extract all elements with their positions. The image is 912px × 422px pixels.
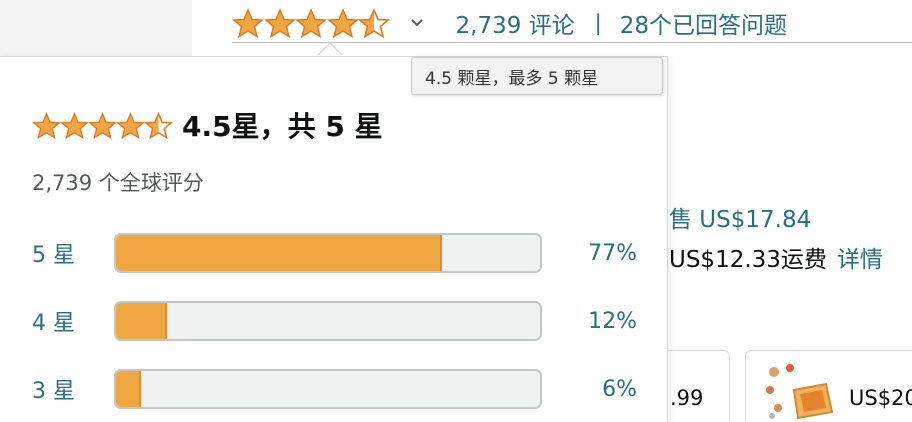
star-rating-trigger[interactable] bbox=[232, 8, 390, 38]
histogram-bar-fill bbox=[116, 235, 443, 271]
star-full-icon bbox=[295, 8, 327, 38]
card-price: US$20 bbox=[849, 386, 912, 410]
product-thumbnail bbox=[766, 364, 834, 420]
price-text: 售 US$17.84 bbox=[669, 207, 812, 233]
histogram-row[interactable]: 3 星 6% bbox=[32, 369, 637, 409]
star-full-icon bbox=[88, 111, 117, 139]
rating-summary-row: 2,739 评论 | 28个已回答问题 bbox=[232, 6, 787, 40]
histogram-star-label[interactable]: 4 星 bbox=[32, 305, 114, 337]
star-half-icon bbox=[358, 8, 390, 38]
star-full-icon bbox=[32, 111, 61, 139]
star-rating bbox=[32, 111, 173, 139]
shipping-line: US$12.33运费 详情 bbox=[669, 240, 883, 274]
separator: | bbox=[594, 11, 602, 35]
histogram-bar[interactable] bbox=[114, 233, 542, 273]
star-full-icon bbox=[116, 111, 145, 139]
popover-caret-inner bbox=[318, 44, 342, 56]
star-full-icon bbox=[263, 8, 296, 38]
star-full-icon bbox=[232, 8, 264, 38]
star-full-icon bbox=[326, 8, 359, 38]
histogram-bar-fill bbox=[116, 303, 167, 339]
histogram-percent[interactable]: 77% bbox=[542, 241, 637, 266]
histogram-row[interactable]: 4 星 12% bbox=[32, 301, 637, 341]
details-link[interactable]: 详情 bbox=[837, 247, 883, 273]
histogram-star-label[interactable]: 3 星 bbox=[32, 373, 114, 405]
histogram-star-label[interactable]: 5 星 bbox=[32, 237, 114, 269]
shipping-cost: US$12.33运费 bbox=[669, 247, 827, 273]
answered-questions-link[interactable]: 28个已回答问题 bbox=[620, 6, 787, 40]
card-price: .99 bbox=[670, 386, 704, 410]
chevron-down-icon[interactable] bbox=[410, 18, 424, 28]
popover-header: 4.5星，共 5 星 bbox=[32, 105, 383, 145]
histogram-bar-fill bbox=[116, 371, 142, 407]
global-ratings-count: 2,739 个全球评分 bbox=[32, 171, 204, 195]
histogram-percent[interactable]: 6% bbox=[542, 377, 637, 402]
histogram-row[interactable]: 5 星 77% bbox=[32, 233, 637, 273]
star-half-icon bbox=[144, 111, 173, 139]
left-gray-panel bbox=[0, 0, 192, 56]
rating-tooltip: 4.5 颗星，最多 5 颗星 bbox=[411, 57, 663, 95]
rating-title: 4.5星，共 5 星 bbox=[182, 110, 383, 143]
review-count-link[interactable]: 2,739 评论 bbox=[456, 6, 575, 40]
histogram-bar[interactable] bbox=[114, 301, 542, 341]
histogram-percent[interactable]: 12% bbox=[542, 309, 637, 334]
star-full-icon bbox=[60, 111, 89, 139]
ratings-popover: 4.5星，共 5 星 2,739 个全球评分 5 星 77% 4 星 12% 3 星 6% bbox=[0, 56, 668, 422]
histogram-bar[interactable] bbox=[114, 369, 542, 409]
